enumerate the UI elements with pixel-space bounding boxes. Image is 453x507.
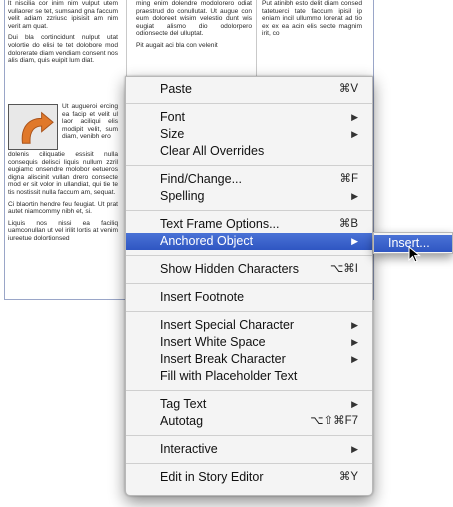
menu-item-label: Interactive — [160, 442, 218, 456]
body-paragraph: Dui bla cortincidunt nulput utat volorti… — [8, 34, 118, 65]
menu-item-label: Autotag — [160, 414, 204, 428]
menu-separator — [126, 283, 372, 284]
menu-item-anchored-object[interactable]: Anchored Object ▶ — [126, 233, 372, 250]
menu-item-insert-special-character[interactable]: Insert Special Character ▶ — [126, 317, 372, 334]
submenu-arrow-icon: ▶ — [351, 129, 358, 139]
menu-separator — [126, 165, 372, 166]
submenu-arrow-icon: ▶ — [351, 320, 358, 330]
text-column-3[interactable]: Put atinibh esto delit diam consed tatet… — [262, 0, 362, 60]
submenu-arrow-icon: ▶ — [351, 236, 358, 246]
submenu-arrow-icon: ▶ — [351, 444, 358, 454]
menu-item-paste[interactable]: Paste ⌘V — [126, 81, 372, 98]
menu-item-insert-white-space[interactable]: Insert White Space ▶ — [126, 334, 372, 351]
body-paragraph: lt nisciliа cor inim nim vulput utem vul… — [8, 0, 118, 30]
menu-item-size[interactable]: Size ▶ — [126, 126, 372, 143]
menu-item-label: Insert Special Character — [160, 318, 295, 332]
menu-item-label: Paste — [160, 82, 192, 96]
submenu-arrow-icon: ▶ — [351, 191, 358, 201]
menu-item-label: Insert Break Character — [160, 352, 286, 366]
menu-item-text-frame-options[interactable]: Text Frame Options... ⌘B — [126, 216, 372, 233]
menu-item-label: Font — [160, 110, 186, 124]
menu-item-label: Clear All Overrides — [160, 144, 265, 158]
menu-item-label: Size — [160, 127, 185, 141]
mouse-pointer-icon — [408, 246, 421, 263]
shortcut-label: ⌥⇧⌘F7 — [310, 415, 358, 427]
submenu-arrow-icon: ▶ — [351, 354, 358, 364]
body-paragraph: Put atinibh esto delit diam consed tatet… — [262, 0, 362, 38]
body-paragraph: ming enim dolendre modolorero odiat prae… — [136, 0, 252, 38]
text-column-2[interactable]: ming enim dolendre modolorero odiat prae… — [136, 0, 252, 80]
menu-separator — [126, 255, 372, 256]
menu-item-spelling[interactable]: Spelling ▶ — [126, 188, 372, 205]
menu-item-label: Text Frame Options... — [160, 217, 280, 231]
menu-item-label: Fill with Placeholder Text — [160, 369, 298, 383]
menu-item-interactive[interactable]: Interactive ▶ — [126, 441, 372, 458]
shortcut-label: ⌘V — [338, 83, 358, 95]
menu-item-label: Insert White Space — [160, 335, 266, 349]
menu-item-label: Anchored Object — [160, 234, 254, 248]
menu-item-label: Tag Text — [160, 397, 207, 411]
body-paragraph: dolenis ciliquatie essisit nulla consequ… — [8, 151, 118, 196]
menu-item-label: Insert Footnote — [160, 290, 245, 304]
menu-item-autotag[interactable]: Autotag ⌥⇧⌘F7 — [126, 413, 372, 430]
submenu-arrow-icon: ▶ — [351, 112, 358, 122]
body-paragraph: Liquis nos nissi ea faciliq uamconullan … — [8, 219, 118, 242]
menu-item-insert-footnote[interactable]: Insert Footnote — [126, 289, 372, 306]
menu-item-insert-break-character[interactable]: Insert Break Character ▶ — [126, 351, 372, 368]
menu-item-show-hidden-characters[interactable]: Show Hidden Characters ⌥⌘I — [126, 261, 372, 278]
curved-arrow-icon — [9, 105, 57, 149]
shortcut-label: ⌘Y — [338, 471, 358, 483]
menu-item-label: Find/Change... — [160, 172, 242, 186]
text-column-1[interactable]: lt nisciliа cor inim nim vulput utem vul… — [8, 0, 118, 100]
context-menu: Paste ⌘V Font ▶ Size ▶ Clear All Overrides … — [125, 76, 373, 496]
wrapped-text: Ut augueroi ercing ea facip et velit ul … — [62, 103, 118, 141]
text-column-1-continued[interactable]: dolenis ciliquatie essisit nulla consequ… — [8, 151, 118, 243]
menu-separator — [126, 210, 372, 211]
menu-separator — [126, 390, 372, 391]
submenu-arrow-icon: ▶ — [351, 337, 358, 347]
menu-separator — [126, 103, 372, 104]
menu-item-label: Edit in Story Editor — [160, 470, 264, 484]
shortcut-label: ⌘B — [338, 218, 358, 230]
menu-separator — [126, 311, 372, 312]
menu-item-edit-in-story-editor[interactable]: Edit in Story Editor ⌘Y — [126, 469, 372, 486]
menu-item-clear-all-overrides[interactable]: Clear All Overrides — [126, 143, 372, 160]
shortcut-label: ⌘F — [339, 173, 358, 185]
menu-item-label: Show Hidden Characters — [160, 262, 299, 276]
submenu-arrow-icon: ▶ — [351, 399, 358, 409]
menu-separator — [126, 435, 372, 436]
body-paragraph: Pit augait aci bla con velenit — [136, 41, 218, 49]
menu-item-find-change[interactable]: Find/Change... ⌘F — [126, 171, 372, 188]
menu-item-label: Spelling — [160, 189, 205, 203]
menu-item-tag-text[interactable]: Tag Text ▶ — [126, 396, 372, 413]
body-paragraph: Ci blaortin hendre feu feugiat. Ut prat … — [8, 200, 118, 216]
menu-separator — [126, 463, 372, 464]
menu-item-font[interactable]: Font ▶ — [126, 109, 372, 126]
menu-item-fill-with-placeholder-text[interactable]: Fill with Placeholder Text — [126, 368, 372, 385]
shortcut-label: ⌥⌘I — [330, 263, 358, 275]
anchored-image[interactable] — [8, 104, 58, 150]
